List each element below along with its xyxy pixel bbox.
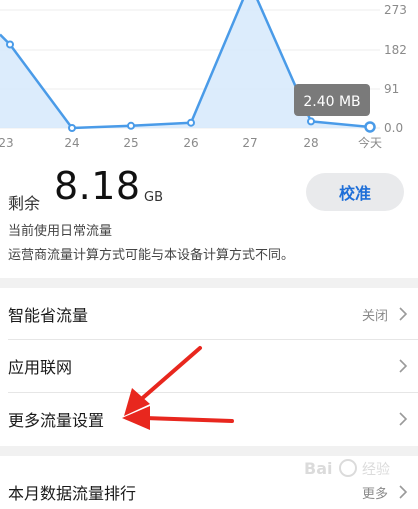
- y-tick-label: 182: [384, 43, 407, 57]
- svg-text:经验: 经验: [362, 462, 390, 478]
- data-point: [127, 121, 135, 130]
- plan-note: 当前使用日常流量: [8, 224, 113, 239]
- x-tick-label: 24: [64, 136, 79, 150]
- data-point: [307, 117, 315, 126]
- smart-saver-value: 关闭: [361, 308, 388, 324]
- data-point: [6, 40, 14, 49]
- monthly-ranking-label: 本月数据流量排行: [8, 484, 137, 503]
- chevron-right-icon: [399, 307, 408, 321]
- smart-saver-label: 智能省流量: [8, 306, 89, 325]
- x-tick-label: 27: [242, 136, 257, 150]
- data-point: [68, 124, 76, 132]
- app-network-label: 应用联网: [8, 358, 73, 377]
- chevron-right-icon: [399, 359, 408, 373]
- x-tick-label: 26: [183, 136, 198, 150]
- remaining-summary: 剩余 8.18 GB 校准 当前使用日常流量 运营商流量计算方式可能与本设备计算…: [0, 160, 418, 278]
- svg-text:Bai: Bai: [304, 459, 332, 478]
- carrier-note: 运营商流量计算方式可能与本设备计算方式不同。: [8, 248, 295, 263]
- more-data-settings-label: 更多流量设置: [8, 411, 105, 430]
- smart-saver-row[interactable]: 智能省流量 关闭: [0, 288, 418, 340]
- remaining-label: 剩余: [8, 194, 41, 213]
- section-gap: [0, 278, 418, 288]
- app-network-row[interactable]: 应用联网: [0, 340, 418, 392]
- x-tick-label: 今天: [358, 135, 382, 150]
- more-data-settings-row[interactable]: 更多流量设置: [0, 393, 418, 445]
- x-tick-label: 25: [123, 136, 138, 150]
- baidu-watermark-logo: Bai 经验: [304, 459, 390, 478]
- y-tick-label: 0.0: [384, 121, 403, 135]
- tooltip-text: 2.40 MB: [303, 94, 360, 110]
- calibrate-button[interactable]: 校准: [306, 173, 404, 211]
- usage-chart: 23 24 25 26 27 28 今天 273 182 91 0.0 2.40 MB: [0, 0, 407, 150]
- chevron-right-icon: [399, 412, 408, 426]
- y-tick-label: 273: [384, 3, 407, 17]
- data-point: [187, 118, 195, 127]
- data-point: [364, 121, 376, 133]
- remaining-unit: GB: [144, 190, 163, 205]
- x-tick-label: 28: [303, 136, 318, 150]
- chart-tooltip: 2.40 MB: [294, 84, 370, 116]
- remaining-value: 8.18: [54, 164, 141, 208]
- y-tick-label: 91: [384, 82, 399, 96]
- x-tick-label: 23: [0, 136, 14, 150]
